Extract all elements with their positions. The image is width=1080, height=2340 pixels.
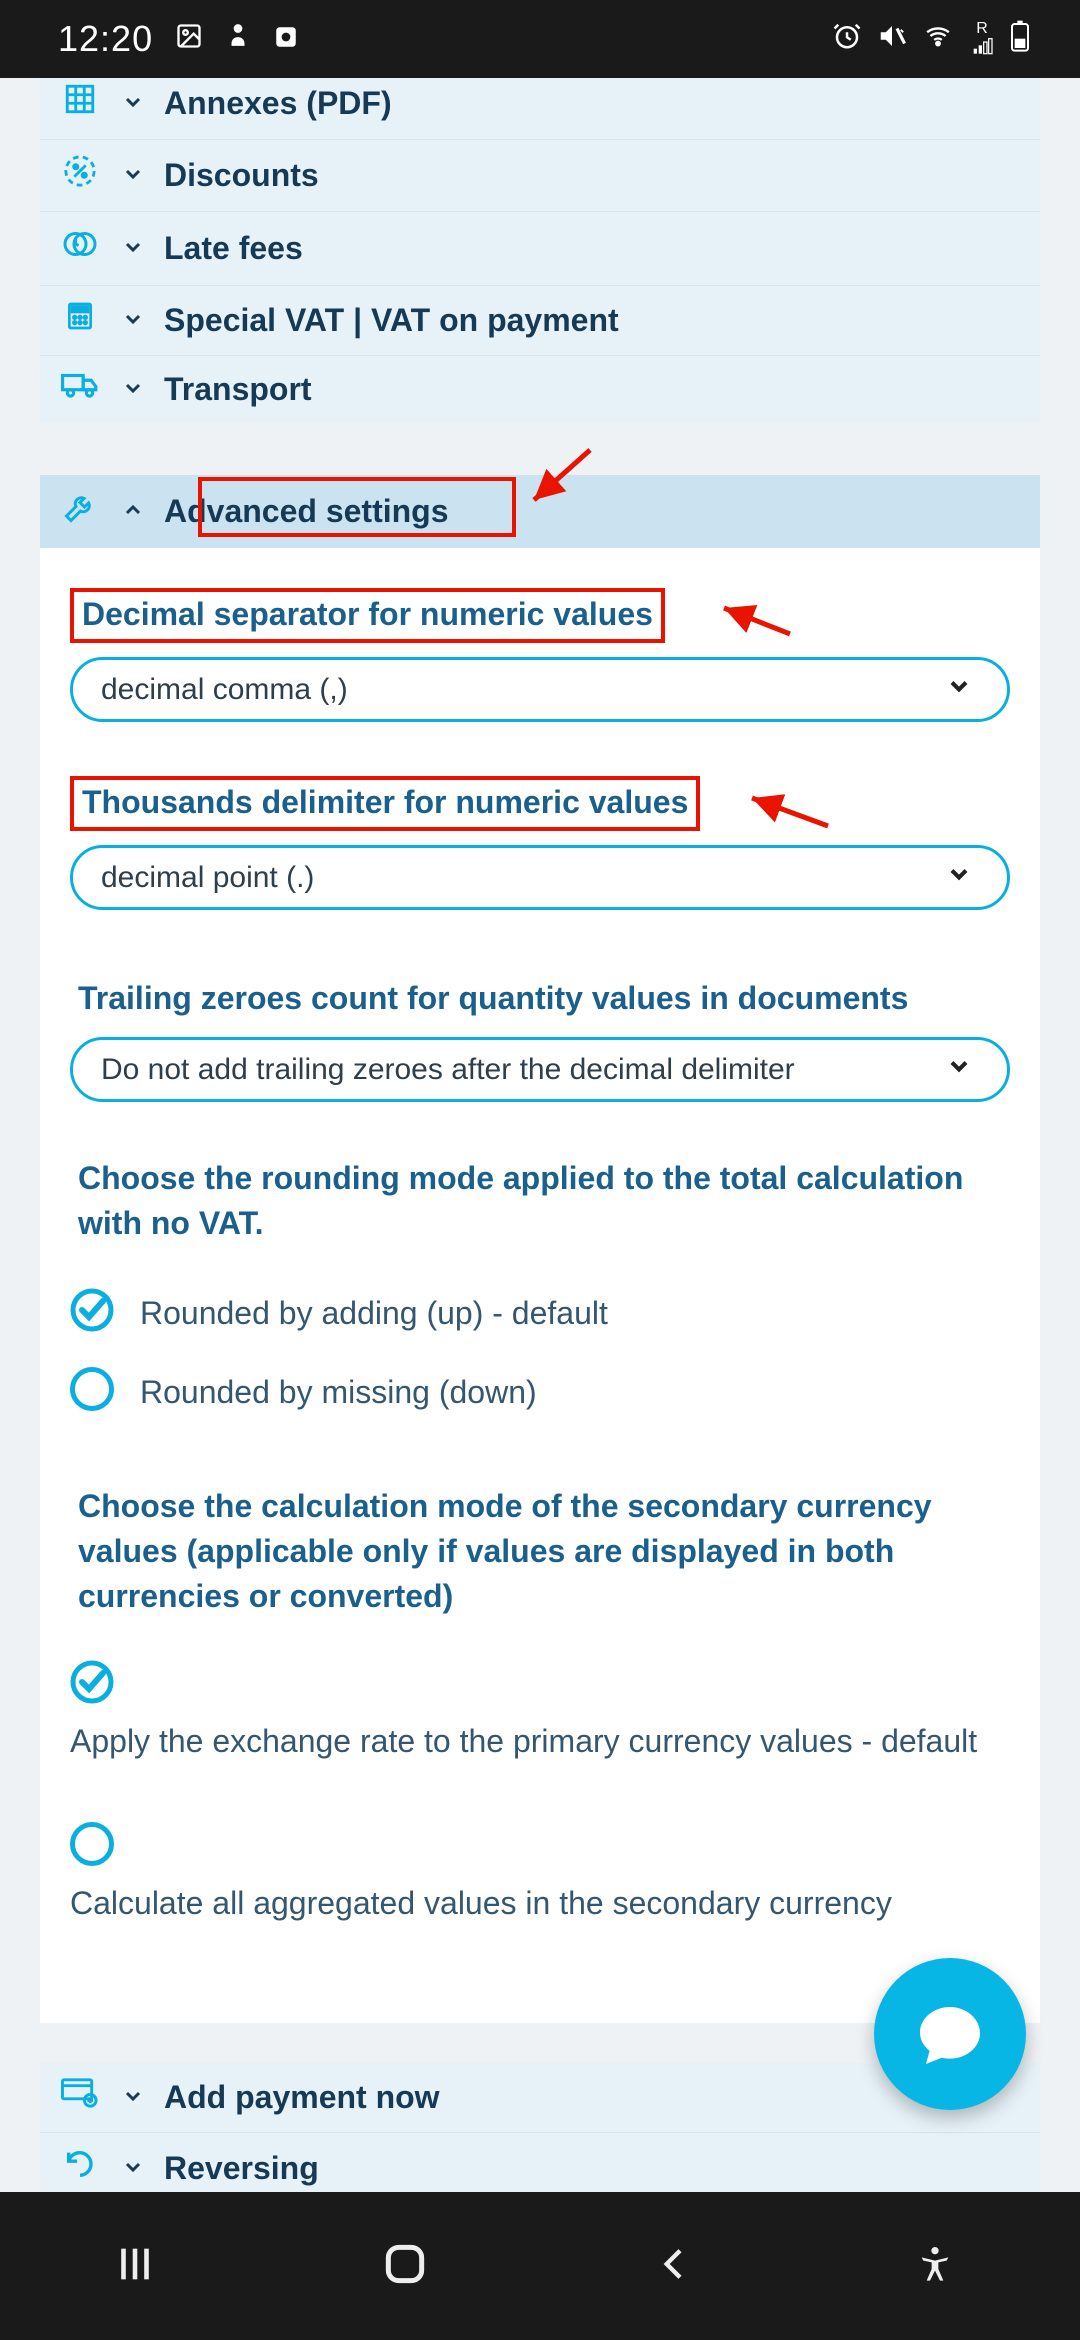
image-icon <box>175 20 203 59</box>
android-nav-bar <box>0 2192 1080 2340</box>
nav-back-button[interactable] <box>635 2241 715 2292</box>
accordion-label: Add payment now <box>164 2079 440 2116</box>
radio-label: Rounded by missing (down) <box>140 1367 537 1414</box>
accordion-label: Annexes (PDF) <box>164 85 392 122</box>
field-label-thousands-delimiter: Thousands delimiter for numeric values <box>70 776 700 831</box>
annotation-arrow <box>710 596 800 646</box>
select-value: decimal point (.) <box>101 861 314 895</box>
accordion-label: Special VAT | VAT on payment <box>164 302 619 339</box>
vibrate-mute-icon <box>876 21 908 58</box>
clock-money-icon <box>58 226 102 271</box>
chevron-up-icon <box>120 493 146 530</box>
chevron-down-icon <box>120 157 146 194</box>
chevron-down-icon <box>120 371 146 408</box>
nav-recents-button[interactable] <box>95 2241 175 2292</box>
nav-accessibility-button[interactable] <box>895 2241 975 2292</box>
android-status-bar: 12:20 R <box>0 0 1080 78</box>
chat-fab[interactable] <box>874 1958 1026 2110</box>
radio-checked-icon <box>70 1660 114 1704</box>
chevron-down-icon <box>120 2150 146 2187</box>
select-trailing-zeroes[interactable]: Do not add trailing zeroes after the dec… <box>70 1037 1010 1102</box>
annotation-arrow <box>738 784 838 839</box>
radio-label: Apply the exchange rate to the primary c… <box>70 1720 977 1763</box>
chevron-down-icon <box>945 1050 973 1089</box>
radio-rounding-up[interactable]: Rounded by adding (up) - default <box>70 1274 1010 1353</box>
radio-label: Calculate all aggregated values in the s… <box>70 1882 892 1925</box>
accordion-row-transport[interactable]: Transport <box>40 356 1040 423</box>
radio-rounding-down[interactable]: Rounded by missing (down) <box>70 1353 1010 1432</box>
wrench-icon <box>58 489 102 534</box>
accordion-row-advanced-settings[interactable]: Advanced settings <box>40 475 1040 548</box>
field-label-decimal-separator: Decimal separator for numeric values <box>70 588 665 643</box>
radio-unchecked-icon <box>70 1367 114 1411</box>
radio-label: Rounded by adding (up) - default <box>140 1288 608 1335</box>
radio-secondary-secondary[interactable]: Calculate all aggregated values in the s… <box>70 1808 1010 1943</box>
undo-icon <box>58 2147 102 2190</box>
square-dot-icon <box>273 20 299 59</box>
percent-icon <box>58 154 102 197</box>
advanced-settings-panel: Decimal separator for numeric values dec… <box>40 548 1040 2023</box>
accordion-label: Late fees <box>164 230 303 267</box>
chat-bubble-icon <box>914 1998 986 2070</box>
group-title-secondary-currency: Choose the calculation mode of the secon… <box>78 1484 1002 1618</box>
chevron-down-icon <box>945 858 973 897</box>
accordion-row-late-fees[interactable]: Late fees <box>40 212 1040 286</box>
calculator-icon <box>58 300 102 341</box>
accordion-row-annexes[interactable]: Annexes (PDF) <box>40 78 1040 140</box>
chevron-down-icon <box>945 670 973 709</box>
signal-icon: R <box>968 21 996 57</box>
accordion-row-discounts[interactable]: Discounts <box>40 140 1040 212</box>
radio-checked-icon <box>70 1288 114 1332</box>
card-plus-icon <box>58 2077 102 2118</box>
accordion-label: Reversing <box>164 2150 319 2187</box>
wifi-icon <box>922 23 954 56</box>
accordion-label: Transport <box>164 371 312 408</box>
select-value: decimal comma (,) <box>101 673 348 707</box>
accordion-label: Advanced settings <box>164 493 449 530</box>
battery-icon <box>1010 20 1030 59</box>
radio-secondary-primary[interactable]: Apply the exchange rate to the primary c… <box>70 1646 1010 1781</box>
chevron-down-icon <box>120 302 146 339</box>
person-icon <box>225 20 251 59</box>
alarm-icon <box>832 21 862 58</box>
truck-icon <box>58 370 102 409</box>
grid-icon <box>58 82 102 125</box>
nav-home-button[interactable] <box>365 2239 445 2294</box>
select-thousands-delimiter[interactable]: decimal point (.) <box>70 845 1010 910</box>
group-title-rounding-mode: Choose the rounding mode applied to the … <box>78 1156 1002 1246</box>
select-decimal-separator[interactable]: decimal comma (,) <box>70 657 1010 722</box>
chevron-down-icon <box>120 85 146 122</box>
accordion-label: Discounts <box>164 157 319 194</box>
radio-unchecked-icon <box>70 1822 114 1866</box>
select-value: Do not add trailing zeroes after the dec… <box>101 1053 795 1087</box>
chevron-down-icon <box>120 230 146 267</box>
field-label-trailing-zeroes: Trailing zeroes count for quantity value… <box>70 976 916 1023</box>
signal-roaming-label: R <box>976 21 988 37</box>
status-time: 12:20 <box>58 18 153 60</box>
accordion-row-vat[interactable]: Special VAT | VAT on payment <box>40 286 1040 356</box>
chevron-down-icon <box>120 2079 146 2116</box>
